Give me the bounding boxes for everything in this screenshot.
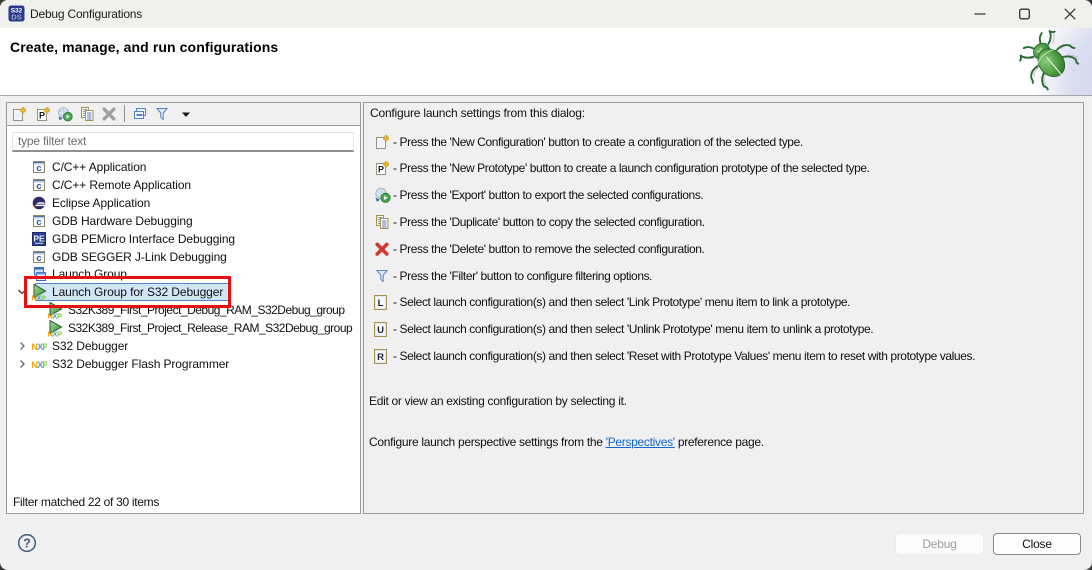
svg-text:c: c (36, 163, 41, 174)
svg-text:c: c (36, 181, 41, 192)
svg-text:NXP: NXP (32, 342, 48, 352)
svg-text:L: L (378, 298, 384, 309)
svg-text:U: U (377, 325, 384, 336)
svg-text:NXP: NXP (32, 360, 48, 370)
svg-text:PE: PE (33, 233, 45, 243)
svg-text:?: ? (23, 537, 31, 551)
svg-text:P: P (378, 165, 384, 175)
svg-text:R: R (377, 352, 384, 363)
svg-text:c: c (36, 253, 41, 264)
svg-text:DS: DS (11, 13, 21, 22)
svg-text:P: P (39, 111, 45, 121)
svg-text:c: c (36, 217, 41, 228)
